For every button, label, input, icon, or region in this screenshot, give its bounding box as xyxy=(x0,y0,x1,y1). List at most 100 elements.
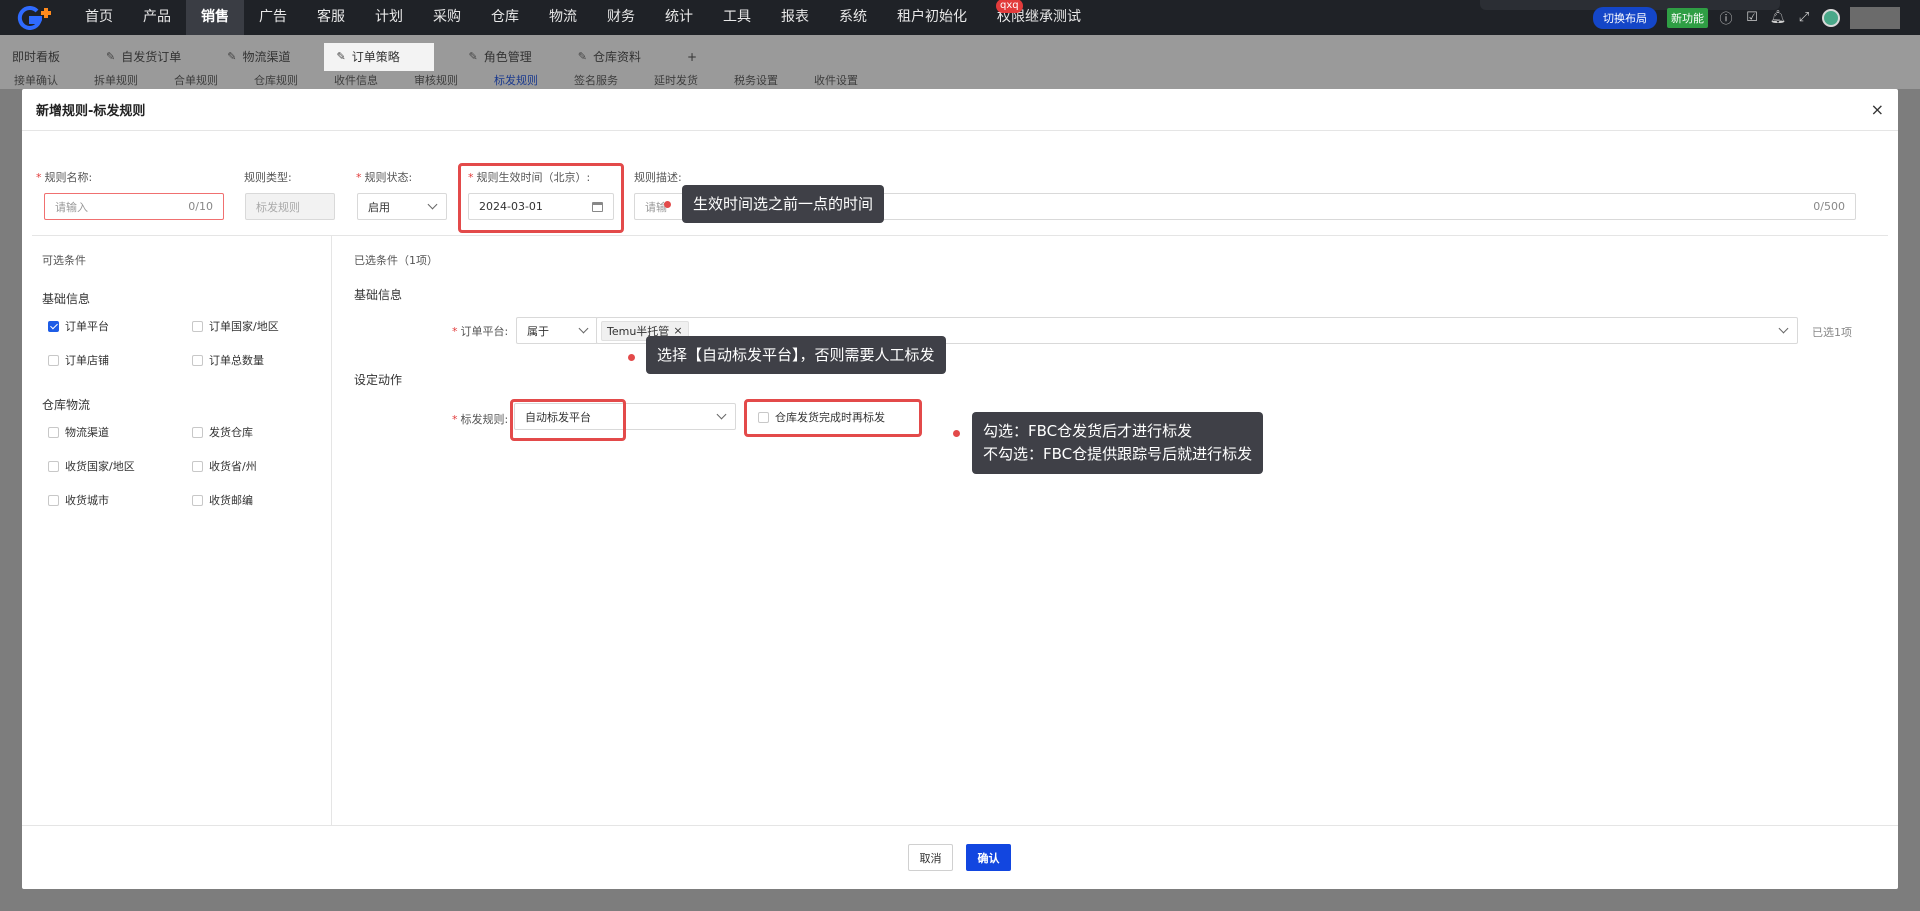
sub-tab[interactable]: 接单确认 xyxy=(14,72,58,88)
nav-item[interactable]: 工具 xyxy=(708,0,766,35)
checkbox-box[interactable] xyxy=(192,460,203,472)
switch-layout-button[interactable]: 切换布局 xyxy=(1593,6,1657,29)
nav-item[interactable]: 仓库 xyxy=(476,0,534,35)
nav-badge: qxq xyxy=(996,0,1023,13)
condition-checkbox[interactable]: 发货仓库 xyxy=(192,424,253,440)
annotation-tip-fbc: 勾选：FBC仓发货后才进行标发 不勾选：FBC仓提供跟踪号后就进行标发 xyxy=(972,412,1264,474)
sub-tabs: 接单确认 拆单规则 合单规则 仓库规则 收件信息 审核规则 标发规则 签名服务 延时发货 税务设置… xyxy=(0,71,1920,89)
rule-status-label: * 规则状态: xyxy=(356,171,413,184)
logo-icon xyxy=(17,5,51,30)
new-feature-badge[interactable]: 新功能 xyxy=(1667,7,1708,28)
sub-tab[interactable]: 拆单规则 xyxy=(94,72,138,88)
condition-checkbox[interactable]: 订单国家/地区 xyxy=(192,318,279,334)
condition-checkbox[interactable]: 收货邮编 xyxy=(192,492,253,508)
condition-checkbox[interactable]: 订单平台 xyxy=(48,318,109,334)
rule-name-label: * 规则名称: xyxy=(36,171,93,184)
sub-tab[interactable]: 收件设置 xyxy=(814,72,858,88)
tab[interactable]: ✎ 自发货订单 xyxy=(94,43,193,71)
nav-item[interactable]: 系统 xyxy=(824,0,882,35)
nav-item-label: 采购 xyxy=(433,9,461,25)
condition-checkbox[interactable]: 收货国家/地区 xyxy=(48,458,135,474)
page-tabs: 即时看板 ✎ 自发货订单 ✎ 物流渠道 ✎ 订单策略 ✎ 角色管理 ✎ 仓库资料 + xyxy=(0,35,1920,71)
cancel-button[interactable]: 取消 xyxy=(908,844,953,871)
sub-tab[interactable]: 延时发货 xyxy=(654,72,698,88)
rule-status-select[interactable]: 启用 xyxy=(357,193,447,220)
user-name-block[interactable] xyxy=(1850,6,1900,29)
sub-tab[interactable]: 签名服务 xyxy=(574,72,618,88)
nav-item[interactable]: 权限继承测试 qxq xyxy=(982,0,1096,35)
nav-item[interactable]: 采购 xyxy=(418,0,476,35)
checkbox-box[interactable] xyxy=(192,354,203,366)
checkbox-box[interactable] xyxy=(48,354,59,366)
platform-label: * 订单平台: xyxy=(452,325,509,338)
pin-icon[interactable]: ✎ xyxy=(468,43,477,71)
add-tab-button[interactable]: + xyxy=(675,43,709,71)
sub-tab[interactable]: 税务设置 xyxy=(734,72,778,88)
tab[interactable]: ✎ 物流渠道 xyxy=(215,43,302,71)
nav-item[interactable]: 报表 xyxy=(766,0,824,35)
condition-checkbox[interactable]: 物流渠道 xyxy=(48,424,109,440)
tab-label: 仓库资料 xyxy=(592,50,641,64)
tab-label: 自发货订单 xyxy=(121,50,182,64)
pin-icon[interactable]: ✎ xyxy=(578,43,587,71)
checkbox-box[interactable] xyxy=(758,411,769,423)
pin-icon[interactable]: ✎ xyxy=(227,43,236,71)
tab[interactable]: 即时看板 xyxy=(0,43,72,71)
nav-item-label: 仓库 xyxy=(491,9,519,25)
pin-icon[interactable]: ✎ xyxy=(336,43,345,71)
basic-info-title: 基础信息 xyxy=(354,288,403,302)
effective-time-value: 2024-03-01 xyxy=(479,200,543,213)
nav-item[interactable]: 广告 xyxy=(244,0,302,35)
platform-operator-select[interactable]: 属于 xyxy=(516,317,598,344)
checkbox-box[interactable] xyxy=(48,426,59,438)
sub-tab[interactable]: 合单规则 xyxy=(174,72,218,88)
tab[interactable]: ✎ 仓库资料 xyxy=(566,43,653,71)
logo[interactable] xyxy=(0,0,70,35)
checkbox-box[interactable] xyxy=(192,494,203,506)
sub-tab[interactable]: 标发规则 xyxy=(494,72,538,88)
nav-item-label: 客服 xyxy=(317,9,345,25)
nav-item[interactable]: 客服 xyxy=(302,0,360,35)
tab[interactable]: ✎ 角色管理 xyxy=(456,43,543,71)
topbar-actions: 切换布局 新功能 ⓘ ☑ 🔔︎ ⤢ xyxy=(1593,0,1920,35)
fullscreen-icon[interactable]: ⤢ xyxy=(1796,10,1812,26)
pin-icon[interactable]: ✎ xyxy=(106,43,115,71)
info-icon[interactable]: ⓘ xyxy=(1718,10,1734,27)
tab[interactable]: ✎ 订单策略 xyxy=(324,43,435,71)
avatar[interactable] xyxy=(1822,8,1840,27)
nav-item[interactable]: 产品 xyxy=(128,0,186,35)
selected-title: 已选条件（1项） xyxy=(354,254,438,267)
checkbox-box[interactable] xyxy=(192,320,203,332)
nav-item[interactable]: 销售 xyxy=(186,0,244,35)
nav-item[interactable]: 租户初始化 xyxy=(882,0,982,35)
rule-name-input[interactable]: 请输入 0/10 xyxy=(44,193,224,220)
sub-tab[interactable]: 收件信息 xyxy=(334,72,378,88)
nav-item[interactable]: 物流 xyxy=(534,0,592,35)
nav-item[interactable]: 首页 xyxy=(70,0,128,35)
tab-label: 角色管理 xyxy=(483,50,532,64)
sub-tab[interactable]: 仓库规则 xyxy=(254,72,298,88)
chevron-down-icon xyxy=(427,199,438,210)
effective-time-picker[interactable]: 2024-03-01 xyxy=(468,193,614,220)
sub-tab[interactable]: 审核规则 xyxy=(414,72,458,88)
confirm-button[interactable]: 确认 xyxy=(966,844,1011,871)
nav-item[interactable]: 计划 xyxy=(360,0,418,35)
modal-title: 新增规则-标发规则 xyxy=(22,89,1898,131)
nav-item[interactable]: 财务 xyxy=(592,0,650,35)
condition-group-title: 仓库物流 xyxy=(42,398,91,412)
nav-item[interactable]: 统计 xyxy=(650,0,708,35)
condition-checkbox[interactable]: 收货城市 xyxy=(48,492,109,508)
condition-checkbox[interactable]: 订单总数量 xyxy=(192,352,264,368)
checkbox-box[interactable] xyxy=(48,494,59,506)
close-icon[interactable]: × xyxy=(1871,100,1884,119)
condition-checkbox[interactable]: 收货省/州 xyxy=(192,458,257,474)
condition-label: 订单平台 xyxy=(65,320,109,333)
task-icon[interactable]: ☑ xyxy=(1744,10,1760,26)
condition-checkbox[interactable]: 订单店铺 xyxy=(48,352,109,368)
checkbox-box[interactable] xyxy=(192,426,203,438)
checkbox-box[interactable] xyxy=(48,320,59,332)
bell-icon[interactable]: 🔔︎ xyxy=(1770,10,1787,26)
checkbox-box[interactable] xyxy=(48,460,59,472)
warehouse-complete-checkbox[interactable]: 仓库发货完成时再标发 xyxy=(758,409,885,425)
condition-group-title: 基础信息 xyxy=(42,292,91,306)
